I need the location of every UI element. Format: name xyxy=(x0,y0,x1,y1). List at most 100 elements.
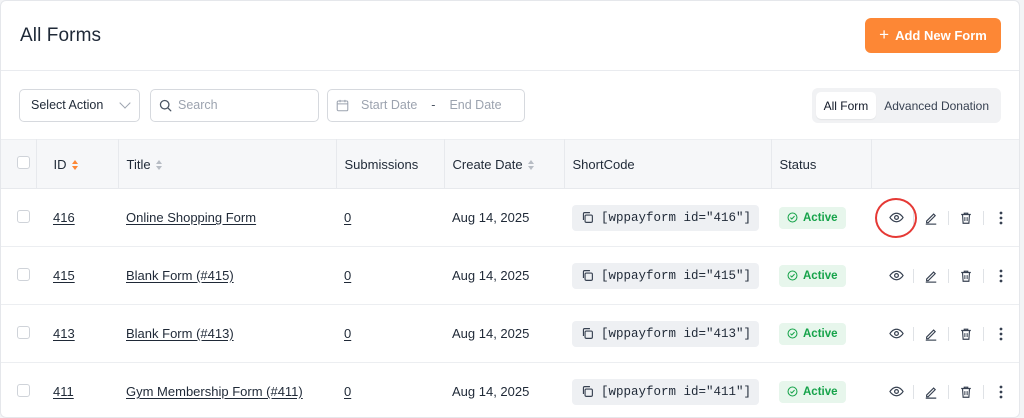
status-badge: Active xyxy=(779,322,846,345)
column-shortcode-label: ShortCode xyxy=(572,156,635,172)
copy-icon xyxy=(582,270,593,281)
form-id-link[interactable]: 416 xyxy=(53,210,75,225)
column-shortcode: ShortCode xyxy=(564,139,772,189)
shortcode-copy[interactable]: [wppayform id="413"] xyxy=(572,320,760,347)
row-actions xyxy=(875,197,1019,238)
preview-button[interactable] xyxy=(875,197,917,238)
shortcode-text: [wppayform id="416"] xyxy=(601,210,752,225)
form-id-link[interactable]: 411 xyxy=(53,384,74,399)
submissions-count-link[interactable]: 0 xyxy=(344,384,351,399)
form-id-link[interactable]: 415 xyxy=(53,268,75,283)
end-date-placeholder: End Date xyxy=(449,98,502,112)
select-action-label: Select Action xyxy=(31,98,104,112)
date-range-picker[interactable]: Start Date - End Date xyxy=(327,88,525,122)
copy-icon xyxy=(582,386,593,397)
column-status: Status xyxy=(771,139,872,189)
plus-icon: + xyxy=(879,25,890,44)
search-input[interactable] xyxy=(178,98,308,112)
submissions-count-link[interactable]: 0 xyxy=(344,210,351,225)
add-new-form-label: Add New Form xyxy=(895,28,987,43)
form-title-link[interactable]: Online Shopping Form xyxy=(126,210,256,225)
edit-button[interactable] xyxy=(914,375,948,409)
filter-all-form[interactable]: All Form xyxy=(815,92,877,119)
start-date-placeholder: Start Date xyxy=(361,98,418,112)
add-new-form-button[interactable]: + Add New Form xyxy=(865,18,1001,53)
edit-button[interactable] xyxy=(914,259,948,293)
edit-icon xyxy=(925,212,937,225)
delete-button[interactable] xyxy=(949,317,983,351)
trash-icon xyxy=(961,386,971,398)
form-title-link[interactable]: Blank Form (#415) xyxy=(126,268,234,283)
highlight-ring xyxy=(875,197,917,238)
forms-card: All Forms + Add New Form Select Action S… xyxy=(0,0,1020,418)
select-action-dropdown[interactable]: Select Action xyxy=(19,88,140,122)
column-create-date-label: Create Date xyxy=(452,156,523,172)
check-circle-icon xyxy=(787,212,798,223)
column-status-label: Status xyxy=(779,156,817,172)
edit-button[interactable] xyxy=(914,201,948,235)
submissions-count-link[interactable]: 0 xyxy=(344,326,351,341)
shortcode-copy[interactable]: [wppayform id="415"] xyxy=(572,262,760,289)
create-date: Aug 14, 2025 xyxy=(452,268,530,283)
status-text: Active xyxy=(803,327,838,340)
search-icon xyxy=(159,99,172,111)
toolbar: Select Action Start Date - End Date All … xyxy=(1,71,1019,139)
submissions-count-link[interactable]: 0 xyxy=(344,268,351,283)
status-text: Active xyxy=(803,269,838,282)
form-id-link[interactable]: 413 xyxy=(53,326,75,341)
trash-icon xyxy=(961,328,971,340)
form-title-link[interactable]: Gym Membership Form (#411) xyxy=(126,384,303,399)
column-id[interactable]: ID xyxy=(36,139,119,189)
column-title[interactable]: Title xyxy=(118,139,337,189)
row-checkbox[interactable] xyxy=(17,383,30,397)
table-row: 415 Blank Form (#415) 0 Aug 14, 2025 [wp… xyxy=(1,247,1019,305)
select-all-checkbox[interactable] xyxy=(17,156,30,169)
more-options-button[interactable] xyxy=(984,317,1018,351)
create-date: Aug 14, 2025 xyxy=(452,384,530,399)
more-vertical-icon xyxy=(999,385,1003,398)
form-title-link[interactable]: Blank Form (#413) xyxy=(126,326,234,341)
shortcode-copy[interactable]: [wppayform id="411"] xyxy=(572,378,760,405)
row-checkbox[interactable] xyxy=(17,267,30,281)
create-date: Aug 14, 2025 xyxy=(452,210,530,225)
preview-button[interactable] xyxy=(879,259,913,293)
table-row: 416 Online Shopping Form 0 Aug 14, 2025 … xyxy=(1,189,1019,247)
table-header-row: ID Title Submissions Create Date ShortCo… xyxy=(1,139,1019,189)
more-options-button[interactable] xyxy=(984,259,1018,293)
table-body: 416 Online Shopping Form 0 Aug 14, 2025 … xyxy=(1,189,1019,418)
column-title-label: Title xyxy=(126,156,151,172)
status-badge: Active xyxy=(779,264,846,287)
form-type-filter: All Form Advanced Donation xyxy=(811,88,1001,123)
shortcode-text: [wppayform id="413"] xyxy=(601,326,752,341)
more-options-button[interactable] xyxy=(984,201,1018,235)
delete-button[interactable] xyxy=(949,201,983,235)
create-date: Aug 14, 2025 xyxy=(452,326,530,341)
calendar-icon xyxy=(336,99,349,111)
more-vertical-icon xyxy=(999,327,1003,340)
shortcode-text: [wppayform id="415"] xyxy=(601,268,752,283)
eye-icon xyxy=(888,270,904,281)
filter-advanced-donation[interactable]: Advanced Donation xyxy=(876,92,997,119)
sort-icon xyxy=(527,160,534,171)
column-id-label: ID xyxy=(53,156,67,172)
delete-button[interactable] xyxy=(949,259,983,293)
date-separator: - xyxy=(431,98,436,112)
table-row: 411 Gym Membership Form (#411) 0 Aug 14,… xyxy=(1,363,1019,418)
edit-icon xyxy=(925,328,937,341)
edit-button[interactable] xyxy=(914,317,948,351)
shortcode-copy[interactable]: [wppayform id="416"] xyxy=(572,204,760,231)
check-circle-icon xyxy=(787,386,798,397)
more-vertical-icon xyxy=(999,211,1003,224)
more-options-button[interactable] xyxy=(984,375,1018,409)
check-circle-icon xyxy=(787,270,798,281)
search-box xyxy=(150,88,319,122)
status-badge: Active xyxy=(779,206,846,229)
preview-button[interactable] xyxy=(879,317,913,351)
trash-icon xyxy=(961,270,971,282)
preview-button[interactable] xyxy=(879,375,913,409)
copy-icon xyxy=(582,328,593,339)
row-checkbox[interactable] xyxy=(17,209,30,223)
delete-button[interactable] xyxy=(949,375,983,409)
column-create-date[interactable]: Create Date xyxy=(444,139,565,189)
row-checkbox[interactable] xyxy=(17,325,30,339)
